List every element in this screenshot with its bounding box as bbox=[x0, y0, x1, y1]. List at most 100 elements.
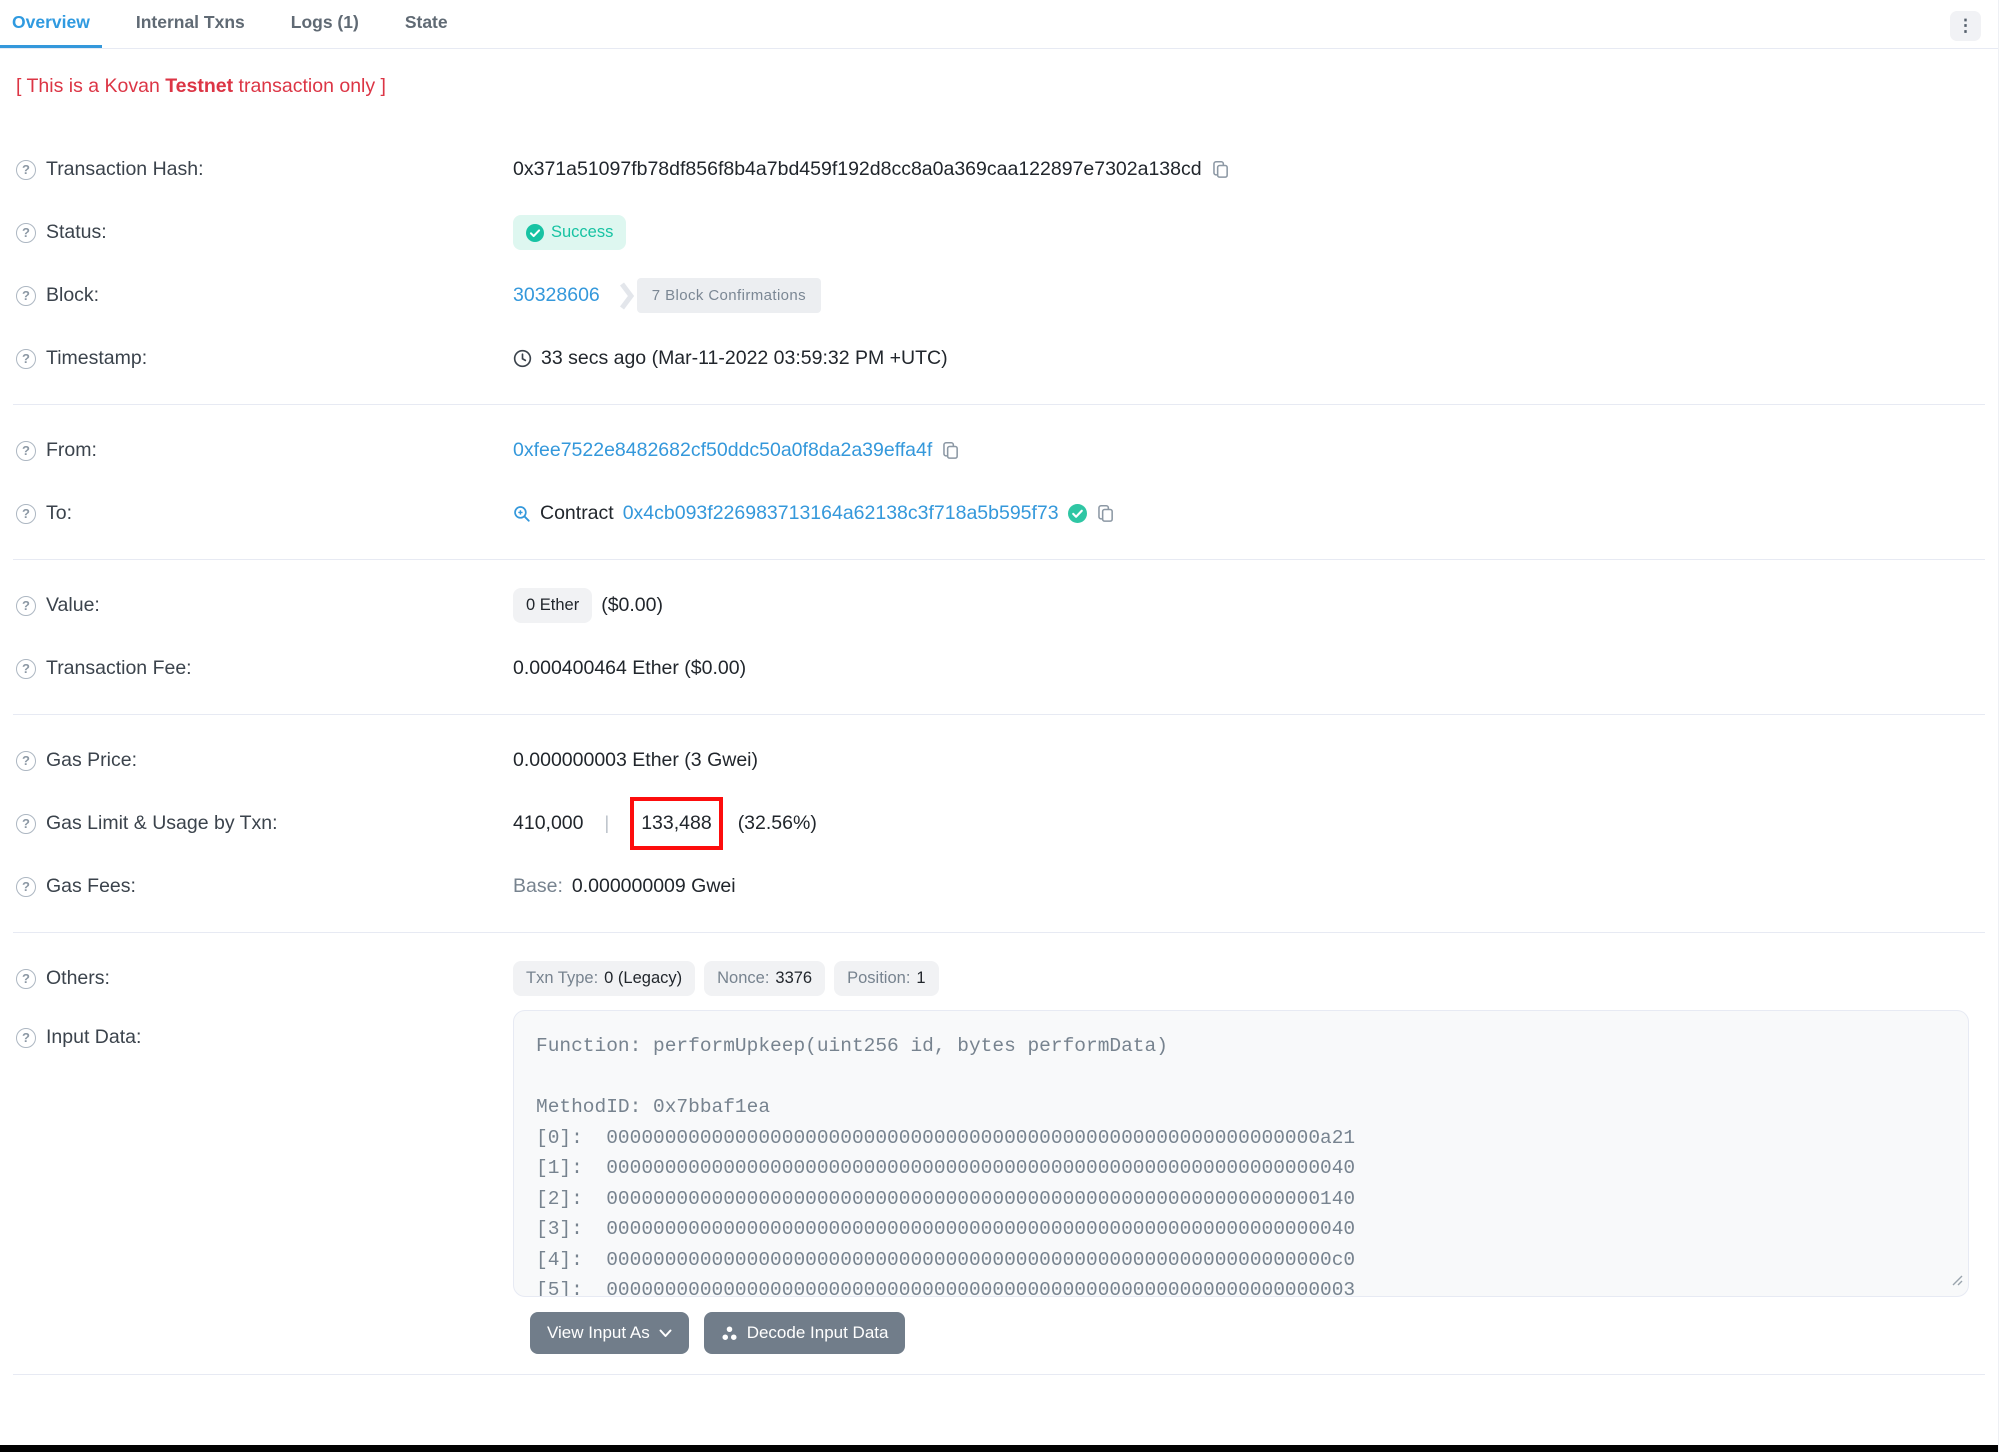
txn-type-badge: Txn Type: 0 (Legacy) bbox=[513, 961, 696, 996]
help-icon[interactable]: ? bbox=[16, 968, 36, 989]
clock-icon bbox=[513, 349, 532, 368]
row-others: ? Others: Txn Type: 0 (Legacy) Nonce: 33… bbox=[13, 947, 1985, 1010]
decode-input-data-button[interactable]: Decode Input Data bbox=[703, 1312, 906, 1354]
magnifier-plus-icon[interactable] bbox=[513, 505, 531, 523]
help-icon[interactable]: ? bbox=[16, 159, 36, 180]
status-label: ? Status: bbox=[16, 221, 513, 244]
more-options-button[interactable]: ⋮ bbox=[1950, 11, 1981, 41]
label-text: Gas Limit & Usage by Txn: bbox=[46, 812, 278, 834]
label-text: Transaction Hash: bbox=[46, 158, 204, 180]
gas-used-value: 133,488 bbox=[641, 812, 712, 834]
section-addresses: ? From: 0xfee7522e8482682cf50ddc50a0f8da… bbox=[13, 405, 1985, 560]
block-confirmations-badge: 7 Block Confirmations bbox=[636, 278, 822, 313]
view-input-as-label: View Input As bbox=[547, 1323, 650, 1342]
transaction-hash-value: 0x371a51097fb78df856f8b4a7bd459f192d8cc8… bbox=[513, 158, 1202, 180]
copy-icon[interactable] bbox=[941, 441, 960, 460]
position-badge: Position: 1 bbox=[834, 961, 939, 996]
gas-fees-label: ? Gas Fees: bbox=[16, 875, 513, 898]
row-value: ? Value: 0 Ether ($0.00) bbox=[13, 574, 1985, 637]
help-icon[interactable]: ? bbox=[16, 440, 36, 461]
nonce-badge: Nonce: 3376 bbox=[704, 961, 826, 996]
help-icon[interactable]: ? bbox=[16, 876, 36, 897]
section-others-input: ? Others: Txn Type: 0 (Legacy) Nonce: 33… bbox=[13, 933, 1985, 1375]
help-icon[interactable]: ? bbox=[16, 750, 36, 771]
section-value-fee: ? Value: 0 Ether ($0.00) ? Transaction F… bbox=[13, 560, 1985, 715]
timestamp-label: ? Timestamp: bbox=[16, 347, 513, 370]
ether-value-badge: 0 Ether bbox=[513, 588, 593, 623]
gas-limit-label: ? Gas Limit & Usage by Txn: bbox=[16, 812, 513, 835]
transaction-fee-label: ? Transaction Fee: bbox=[16, 657, 513, 680]
status-badge: Success bbox=[513, 215, 627, 250]
tab-overview[interactable]: Overview bbox=[0, 0, 102, 48]
decode-icon bbox=[722, 1325, 737, 1340]
label-text: Transaction Fee: bbox=[46, 657, 192, 679]
help-icon[interactable]: ? bbox=[16, 658, 36, 679]
label-text: Timestamp: bbox=[46, 347, 148, 369]
help-icon[interactable]: ? bbox=[16, 813, 36, 834]
gas-limit-value: 410,000 bbox=[513, 812, 584, 834]
row-to: ? To: Contract 0x4cb093f226983713164a621… bbox=[13, 482, 1985, 545]
row-status: ? Status: Success bbox=[13, 201, 1985, 264]
row-gas-limit-usage: ? Gas Limit & Usage by Txn: 410,000 | 13… bbox=[13, 792, 1985, 855]
block-label: ? Block: bbox=[16, 284, 513, 307]
usd-value: ($0.00) bbox=[601, 594, 663, 616]
txn-type-value: 0 (Legacy) bbox=[604, 969, 683, 987]
caret-down-icon bbox=[659, 1329, 672, 1337]
help-icon[interactable]: ? bbox=[16, 222, 36, 243]
bottom-bar bbox=[0, 1445, 1998, 1452]
input-data-textarea[interactable]: Function: performUpkeep(uint256 id, byte… bbox=[513, 1010, 1969, 1297]
label-text: To: bbox=[46, 502, 73, 524]
kebab-icon: ⋮ bbox=[1957, 16, 1974, 35]
check-circle-icon bbox=[526, 223, 544, 242]
verified-check-icon bbox=[1067, 504, 1087, 523]
help-icon[interactable]: ? bbox=[16, 1027, 36, 1048]
gas-used-percent: (32.56%) bbox=[737, 812, 817, 834]
help-icon[interactable]: ? bbox=[16, 348, 36, 369]
tab-state[interactable]: State bbox=[393, 0, 460, 48]
chevron-right-icon bbox=[619, 281, 635, 311]
row-transaction-fee: ? Transaction Fee: 0.000400464 Ether ($0… bbox=[13, 637, 1985, 700]
tab-bar: Overview Internal Txns Logs (1) State ⋮ bbox=[0, 0, 1998, 49]
view-input-as-button[interactable]: View Input As bbox=[530, 1312, 689, 1354]
transaction-details: ? Transaction Hash: 0x371a51097fb78df856… bbox=[0, 98, 1998, 1375]
help-icon[interactable]: ? bbox=[16, 285, 36, 306]
transaction-hash-label: ? Transaction Hash: bbox=[16, 158, 513, 181]
from-label: ? From: bbox=[16, 439, 513, 462]
highlight-annotation-box: 133,488 bbox=[630, 797, 723, 850]
tab-logs[interactable]: Logs (1) bbox=[279, 0, 371, 48]
base-fee-value: 0.000000009 Gwei bbox=[571, 875, 736, 897]
row-timestamp: ? Timestamp: 33 secs ago (Mar-11-2022 03… bbox=[13, 327, 1985, 390]
row-from: ? From: 0xfee7522e8482682cf50ddc50a0f8da… bbox=[13, 419, 1985, 482]
resize-handle-icon[interactable] bbox=[1949, 1272, 1963, 1291]
help-icon[interactable]: ? bbox=[16, 503, 36, 524]
row-input-data: ? Input Data: Function: performUpkeep(ui… bbox=[13, 1010, 1985, 1297]
copy-icon[interactable] bbox=[1096, 504, 1115, 523]
txn-type-label: Txn Type: bbox=[526, 969, 599, 987]
position-value: 1 bbox=[916, 969, 926, 987]
label-text: Status: bbox=[46, 221, 107, 243]
section-overview-top: ? Transaction Hash: 0x371a51097fb78df856… bbox=[13, 98, 1985, 405]
nonce-value: 3376 bbox=[775, 969, 813, 987]
notice-bold-text: Testnet bbox=[165, 75, 234, 97]
label-text: Gas Price: bbox=[46, 749, 138, 771]
label-text: Input Data: bbox=[46, 1026, 142, 1048]
notice-text-suffix: transaction only ] bbox=[233, 75, 386, 97]
input-data-container: Function: performUpkeep(uint256 id, byte… bbox=[513, 1010, 1969, 1297]
transaction-fee-value: 0.000400464 Ether ($0.00) bbox=[513, 657, 747, 679]
gas-price-value: 0.000000003 Ether (3 Gwei) bbox=[513, 749, 758, 771]
pipe-separator: | bbox=[604, 813, 610, 833]
tab-internal-txns[interactable]: Internal Txns bbox=[124, 0, 257, 48]
to-address-link[interactable]: 0x4cb093f226983713164a62138c3f718a5b595f… bbox=[623, 502, 1059, 525]
row-block: ? Block: 30328606 7 Block Confirmations bbox=[13, 264, 1985, 327]
from-address-link[interactable]: 0xfee7522e8482682cf50ddc50a0f8da2a39effa… bbox=[513, 439, 932, 462]
notice-text: [ This is a Kovan bbox=[16, 75, 166, 97]
help-icon[interactable]: ? bbox=[16, 595, 36, 616]
input-data-label: ? Input Data: bbox=[16, 1010, 513, 1049]
decode-button-label: Decode Input Data bbox=[746, 1323, 889, 1342]
contract-prefix: Contract bbox=[540, 502, 614, 524]
block-number-link[interactable]: 30328606 bbox=[513, 284, 600, 307]
gas-price-label: ? Gas Price: bbox=[16, 749, 513, 772]
row-transaction-hash: ? Transaction Hash: 0x371a51097fb78df856… bbox=[13, 138, 1985, 201]
to-label: ? To: bbox=[16, 502, 513, 525]
copy-icon[interactable] bbox=[1211, 160, 1230, 179]
